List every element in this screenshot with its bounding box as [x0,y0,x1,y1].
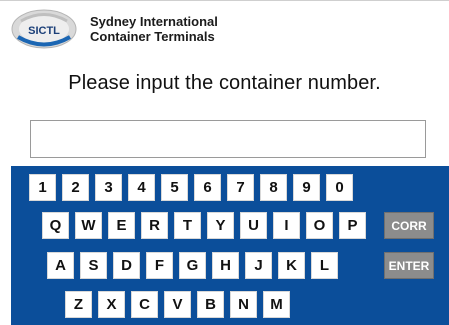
key-p[interactable]: P [339,212,366,239]
key-2[interactable]: 2 [62,174,89,201]
key-6[interactable]: 6 [194,174,221,201]
key-k[interactable]: K [278,252,305,279]
logo-text: SICTL [28,25,60,37]
key-g[interactable]: G [179,252,206,279]
company-name-line1: Sydney International [90,14,218,29]
key-o[interactable]: O [306,212,333,239]
key-h[interactable]: H [212,252,239,279]
key-z[interactable]: Z [65,291,92,318]
corr-button[interactable]: CORR [384,212,434,239]
key-w[interactable]: W [75,212,102,239]
key-n[interactable]: N [230,291,257,318]
key-r[interactable]: R [141,212,168,239]
key-8[interactable]: 8 [260,174,287,201]
key-a[interactable]: A [47,252,74,279]
top-divider [0,0,449,1]
key-s[interactable]: S [80,252,107,279]
key-0[interactable]: 0 [326,174,353,201]
page-prompt: Please input the container number. [68,72,381,94]
container-number-input[interactable] [30,120,426,158]
key-y[interactable]: Y [207,212,234,239]
key-i[interactable]: I [273,212,300,239]
sictl-logo: SICTL [8,6,84,52]
key-9[interactable]: 9 [293,174,320,201]
key-f[interactable]: F [146,252,173,279]
key-d[interactable]: D [113,252,140,279]
key-5[interactable]: 5 [161,174,188,201]
key-j[interactable]: J [245,252,272,279]
company-name-line2: Container Terminals [90,29,215,44]
enter-button[interactable]: ENTER [384,252,434,279]
company-name: Sydney International Container Terminals [90,14,218,44]
key-e[interactable]: E [108,212,135,239]
key-3[interactable]: 3 [95,174,122,201]
key-l[interactable]: L [311,252,338,279]
key-4[interactable]: 4 [128,174,155,201]
key-c[interactable]: C [131,291,158,318]
key-m[interactable]: M [263,291,290,318]
key-q[interactable]: Q [42,212,69,239]
key-7[interactable]: 7 [227,174,254,201]
on-screen-keyboard: 1 2 3 4 5 6 7 8 9 0 Q W E R T Y U I O P … [11,166,449,325]
key-t[interactable]: T [174,212,201,239]
key-v[interactable]: V [164,291,191,318]
logo-graphic: SICTL [11,9,77,49]
key-x[interactable]: X [98,291,125,318]
key-u[interactable]: U [240,212,267,239]
key-1[interactable]: 1 [29,174,56,201]
key-b[interactable]: B [197,291,224,318]
